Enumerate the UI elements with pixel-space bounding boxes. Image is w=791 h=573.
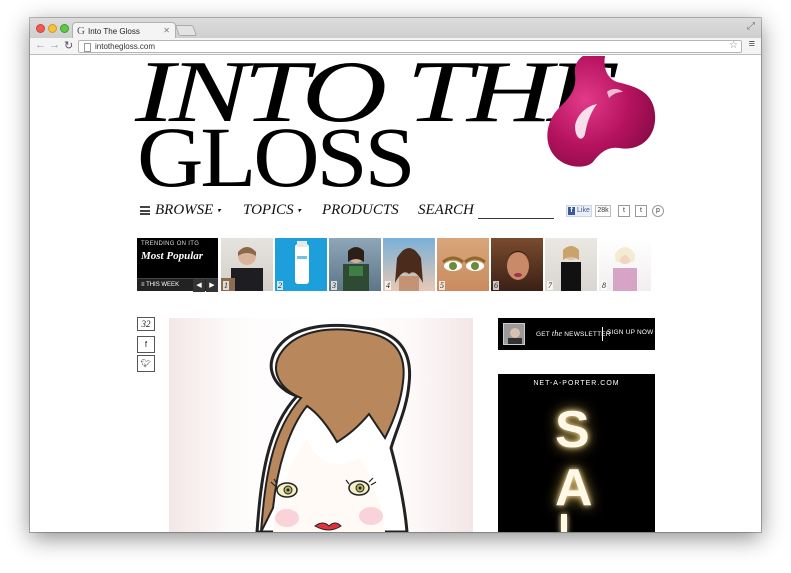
browser-tab[interactable]: G Into The Gloss ✕ — [72, 22, 176, 39]
illustrated-face-image — [255, 323, 412, 532]
minimize-window-button[interactable] — [48, 24, 57, 33]
trending-thumb-5[interactable]: 5 — [437, 238, 489, 291]
logo-line-2: GLOSS — [137, 109, 416, 205]
ad-neon-letter-fragment — [561, 514, 567, 532]
search-input[interactable] — [478, 218, 554, 219]
trending-thumb-3[interactable]: 3 — [329, 238, 381, 291]
favicon-icon: G — [77, 25, 85, 37]
trending-period[interactable]: ≡ THIS WEEK — [141, 282, 179, 288]
trending-thumb-7[interactable]: 7 — [545, 238, 597, 291]
forward-arrow-icon[interactable]: → — [49, 39, 60, 51]
pinterest-icon[interactable]: p — [652, 205, 664, 217]
previous-arrow-icon[interactable]: ◀ — [193, 279, 205, 292]
fullscreen-icon[interactable]: ⤢ — [747, 21, 755, 32]
browser-toolbar: ← → ↻ intothegloss.com ☆ ≡ — [30, 38, 761, 55]
zoom-window-button[interactable] — [60, 24, 69, 33]
article-illustration[interactable] — [169, 318, 473, 532]
bookmark-star-icon[interactable]: ☆ — [729, 40, 738, 51]
newsletter-text: GET the NEWSLETTER — [536, 329, 611, 338]
close-window-button[interactable] — [36, 24, 45, 33]
comment-count-badge[interactable]: 32 — [137, 317, 155, 331]
nav-search[interactable]: SEARCH — [418, 202, 474, 219]
reload-icon[interactable]: ↻ — [64, 39, 73, 52]
tab-title: Into The Gloss — [88, 27, 140, 36]
sign-up-button[interactable]: SIGN UP NOW — [607, 329, 654, 336]
trending-controls: ≡ THIS WEEK ◀ ▶ — [137, 278, 218, 292]
trending-thumb-6[interactable]: 6 — [491, 238, 543, 291]
browser-window: G Into The Gloss ✕ ⤢ ← → ↻ intothegloss.… — [30, 18, 761, 532]
new-tab-button[interactable] — [174, 25, 198, 36]
facebook-icon: f — [568, 207, 575, 215]
advertisement[interactable]: NET-A-PORTER.COM S A — [498, 374, 655, 532]
avatar — [503, 323, 525, 345]
facebook-like-count: 28k — [595, 205, 611, 217]
nav-products[interactable]: PRODUCTS — [322, 202, 399, 219]
gloss-drop-logo-icon — [547, 56, 656, 167]
close-tab-icon[interactable]: ✕ — [163, 26, 170, 35]
newsletter-banner[interactable]: GET the NEWSLETTER SIGN UP NOW — [498, 318, 655, 350]
ad-neon-letter: A — [555, 459, 593, 517]
main-nav: BROWSE ▾ TOPICS ▾ PRODUCTS SEARCH f Like… — [140, 202, 664, 222]
facebook-like-button[interactable]: f Like — [566, 205, 592, 217]
trending-label: TRENDING ON ITG — [141, 241, 200, 247]
trending-title: Most Popular — [141, 250, 204, 262]
ad-brand: NET-A-PORTER.COM — [533, 380, 620, 387]
next-arrow-icon[interactable]: ▶ — [206, 279, 218, 292]
tab-strip: G Into The Gloss ✕ ⤢ — [30, 18, 761, 39]
nav-topics[interactable]: TOPICS ▾ — [243, 202, 301, 219]
hamburger-icon[interactable] — [140, 206, 150, 215]
share-facebook-icon[interactable]: f — [137, 336, 155, 353]
trending-thumb-1[interactable]: 1 — [221, 238, 273, 291]
trending-thumb-2[interactable]: 2 — [275, 238, 327, 291]
twitter-icon[interactable]: t — [618, 205, 630, 217]
divider — [602, 327, 603, 341]
tumblr-icon[interactable]: t — [635, 205, 647, 217]
trending-thumb-4[interactable]: 4 — [383, 238, 435, 291]
ad-neon-letter: S — [555, 401, 590, 459]
back-arrow-icon[interactable]: ← — [35, 39, 46, 51]
nav-browse[interactable]: BROWSE ▾ — [155, 202, 221, 219]
page-icon — [84, 43, 91, 52]
url-text: intothegloss.com — [95, 42, 156, 51]
share-twitter-icon[interactable]: 🐦︎ — [137, 355, 155, 372]
menu-icon[interactable]: ≡ — [749, 38, 755, 50]
trending-panel: TRENDING ON ITG Most Popular ≡ THIS WEEK… — [137, 238, 218, 292]
trending-thumb-8[interactable]: 8 — [599, 238, 651, 291]
page-content: INTO THE GLOSS BROWSE ▾ TOPICS ▾ PRODUCT… — [30, 56, 761, 532]
address-bar[interactable]: intothegloss.com ☆ — [78, 40, 742, 53]
